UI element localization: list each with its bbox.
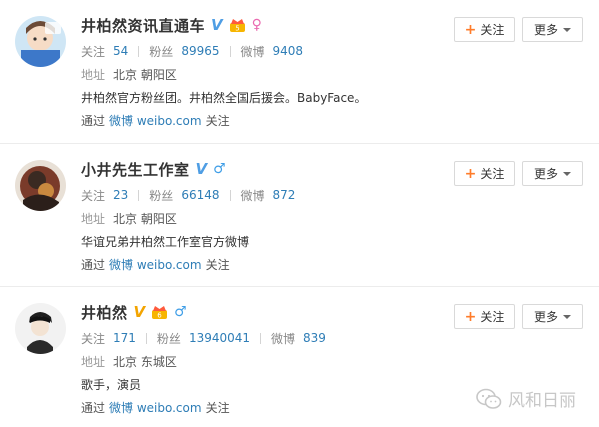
address-label: 地址 [81, 354, 106, 369]
watermark: 风和日丽 [476, 386, 576, 411]
name-row: 井柏然 V 6 ♂ [81, 300, 441, 324]
posts-count[interactable]: 839 [303, 331, 326, 345]
plus-icon: + [464, 21, 477, 38]
crown-badge-icon[interactable]: 6 [151, 305, 168, 320]
via-prefix: 通过 [81, 257, 106, 272]
followers-count[interactable]: 13940041 [189, 331, 250, 345]
v-blue-icon[interactable]: V [211, 17, 223, 33]
user-bio: 华谊兄弟井柏然工作室官方微博 [81, 234, 250, 249]
followers-count[interactable]: 89965 [181, 44, 219, 58]
address-value: 北京 朝阳区 [113, 67, 177, 82]
chevron-down-icon [563, 171, 571, 176]
via-suffix: 关注 [205, 257, 230, 272]
user-name[interactable]: 井柏然 [81, 302, 128, 323]
user-info: 井柏然资讯直通车 V 5 ♀ 关注 54 粉丝 89965 微博 9408 地址… [81, 13, 441, 130]
address-label: 地址 [81, 67, 106, 82]
divider [229, 189, 231, 201]
female-icon: ♀ [251, 17, 262, 33]
via-link[interactable]: 微博 weibo.com [109, 399, 202, 416]
via-prefix: 通过 [81, 400, 106, 415]
divider [138, 45, 140, 57]
svg-text:6: 6 [157, 311, 162, 319]
crown-badge-icon[interactable]: 5 [229, 18, 246, 33]
male-icon: ♂ [213, 161, 226, 177]
via-link[interactable]: 微博 weibo.com [109, 112, 202, 129]
user-info: 小井先生工作室 V ♂ 关注 23 粉丝 66148 微博 872 地址 北京 … [81, 157, 441, 274]
address-label: 地址 [81, 211, 106, 226]
follow-label: 关注 [480, 167, 505, 181]
male-icon: ♂ [174, 304, 187, 320]
avatar[interactable] [15, 16, 66, 67]
wechat-icon [476, 388, 502, 409]
chevron-down-icon [563, 314, 571, 319]
following-count[interactable]: 54 [113, 44, 128, 58]
address-row: 地址 北京 朝阳区 [81, 64, 441, 84]
posts-label: 微博 [271, 331, 296, 346]
via-row: 通过 微博 weibo.com 关注 [81, 397, 441, 417]
address-value: 北京 朝阳区 [113, 211, 177, 226]
via-suffix: 关注 [205, 113, 230, 128]
followers-label: 粉丝 [156, 331, 181, 346]
svg-text:5: 5 [235, 24, 239, 32]
via-link[interactable]: 微博 weibo.com [109, 256, 202, 273]
posts-count[interactable]: 9408 [273, 44, 304, 58]
via-suffix: 关注 [205, 400, 230, 415]
more-button[interactable]: 更多 [522, 161, 583, 186]
user-name[interactable]: 小井先生工作室 [81, 159, 190, 180]
more-label: 更多 [533, 310, 558, 324]
divider [138, 189, 140, 201]
user-bio: 歌手，演员 [81, 377, 142, 392]
following-count[interactable]: 171 [113, 331, 136, 345]
plus-icon: + [464, 308, 477, 325]
v-blue-icon[interactable]: V [196, 161, 208, 177]
name-row: 小井先生工作室 V ♂ [81, 157, 441, 181]
follow-label: 关注 [480, 23, 505, 37]
plus-icon: + [464, 165, 477, 182]
address-value: 北京 东城区 [113, 354, 177, 369]
via-prefix: 通过 [81, 113, 106, 128]
watermark-text: 风和日丽 [508, 391, 576, 411]
following-label: 关注 [81, 44, 106, 59]
address-row: 地址 北京 东城区 [81, 351, 441, 371]
user-card: 井柏然资讯直通车 V 5 ♀ 关注 54 粉丝 89965 微博 9408 地址… [0, 0, 599, 143]
follow-label: 关注 [480, 310, 505, 324]
via-row: 通过 微博 weibo.com 关注 [81, 110, 441, 130]
followers-label: 粉丝 [149, 188, 174, 203]
address-row: 地址 北京 朝阳区 [81, 208, 441, 228]
user-card: 小井先生工作室 V ♂ 关注 23 粉丝 66148 微博 872 地址 北京 … [0, 143, 599, 286]
divider [229, 45, 231, 57]
following-count[interactable]: 23 [113, 188, 128, 202]
posts-count[interactable]: 872 [273, 188, 296, 202]
divider [145, 332, 147, 344]
user-stats: 关注 54 粉丝 89965 微博 9408 [81, 41, 441, 61]
following-label: 关注 [81, 331, 106, 346]
follow-button[interactable]: + 关注 [454, 304, 515, 329]
user-info: 井柏然 V 6 ♂ 关注 171 粉丝 13940041 微博 839 地址 北… [81, 300, 441, 417]
via-row: 通过 微博 weibo.com 关注 [81, 254, 441, 274]
following-label: 关注 [81, 188, 106, 203]
followers-label: 粉丝 [149, 44, 174, 59]
more-label: 更多 [533, 23, 558, 37]
avatar[interactable] [15, 303, 66, 354]
divider [260, 332, 262, 344]
user-bio: 井柏然官方粉丝团。井柏然全国后援会。BabyFace。 [81, 90, 367, 105]
more-button[interactable]: 更多 [522, 304, 583, 329]
posts-label: 微博 [240, 44, 265, 59]
name-row: 井柏然资讯直通车 V 5 ♀ [81, 13, 441, 37]
posts-label: 微博 [240, 188, 265, 203]
user-stats: 关注 23 粉丝 66148 微博 872 [81, 185, 441, 205]
chevron-down-icon [563, 27, 571, 32]
user-stats: 关注 171 粉丝 13940041 微博 839 [81, 328, 441, 348]
avatar[interactable] [15, 160, 66, 211]
followers-count[interactable]: 66148 [181, 188, 219, 202]
v-gold-icon[interactable]: V [134, 304, 146, 320]
follow-button[interactable]: + 关注 [454, 161, 515, 186]
more-button[interactable]: 更多 [522, 17, 583, 42]
follow-button[interactable]: + 关注 [454, 17, 515, 42]
user-name[interactable]: 井柏然资讯直通车 [81, 15, 205, 36]
more-label: 更多 [533, 167, 558, 181]
